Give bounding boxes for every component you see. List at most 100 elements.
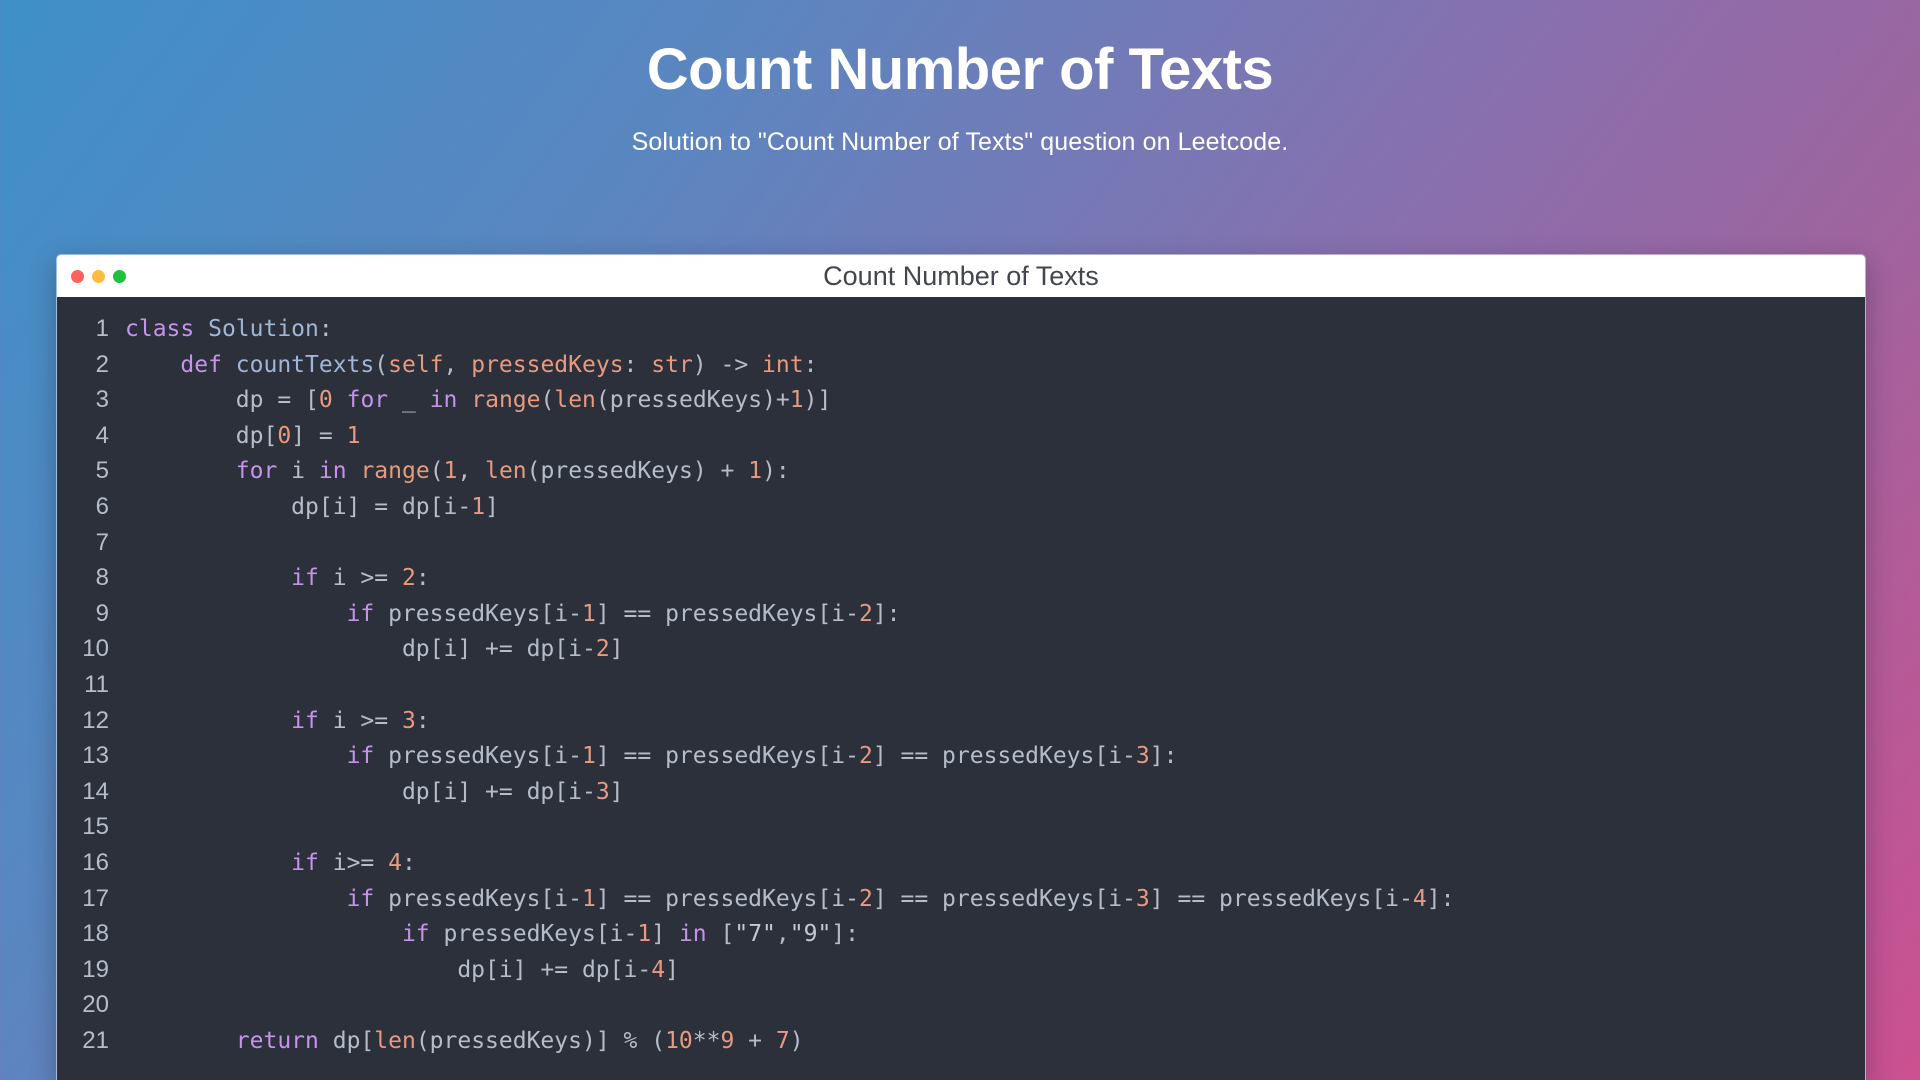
code-line: 11: [57, 667, 1865, 703]
code-token-bi: len: [554, 387, 596, 414]
code-token-num: 3: [401, 707, 416, 734]
code-line: 18 if pressedKeys[i-1] in ["7","9"]:: [57, 916, 1865, 952]
code-token-num: 10: [665, 1027, 693, 1054]
code-line-text: if pressedKeys[i-1] == pressedKeys[i-2]:: [125, 597, 901, 633]
line-number: 20: [82, 991, 109, 1019]
code-token-bi: range: [471, 387, 541, 414]
code-token-num: 7: [775, 1027, 790, 1054]
code-token-pl: i>=: [318, 849, 389, 876]
page-title: Count Number of Texts: [646, 37, 1274, 102]
code-token-bi: range: [360, 458, 430, 485]
code-line-text: if pressedKeys[i-1] in ["7","9"]:: [125, 917, 859, 953]
code-line: 15: [57, 809, 1865, 845]
line-number: 2: [95, 350, 109, 378]
window-titlebar: Count Number of Texts: [57, 255, 1865, 297]
line-number: 14: [82, 777, 109, 805]
code-line-text: dp[0] = 1: [125, 419, 361, 455]
code-token-pl: )]: [803, 387, 832, 414]
code-token-pl: dp[i] += dp[i-: [125, 956, 652, 983]
code-line: 12 if i >= 3:: [57, 703, 1865, 739]
code-line: 1 class Solution:: [57, 311, 1865, 347]
code-token-num: 4: [1412, 885, 1427, 912]
code-line-text: if i>= 4:: [125, 846, 416, 882]
code-token-pl: pressedKeys[i-: [374, 743, 582, 770]
code-token-pl: ]: [651, 921, 679, 948]
code-line: 20: [57, 987, 1865, 1023]
code-token-pl: pressedKeys[i-: [374, 600, 582, 627]
page-header: Count Number of Texts Solution to "Count…: [0, 0, 1920, 157]
code-token-num: 3: [595, 778, 610, 805]
code-token-kw: if: [291, 565, 319, 592]
code-token-bi: len: [374, 1027, 416, 1054]
code-token-bi: int: [762, 351, 804, 378]
code-token-pl: ,: [443, 351, 472, 378]
code-token-pl: :: [415, 565, 430, 592]
code-token-par: pressedKeys: [471, 351, 624, 378]
code-line: 4 dp[0] = 1: [57, 418, 1865, 454]
zoom-window-icon[interactable]: [113, 269, 126, 283]
code-token-kw: in: [678, 921, 707, 948]
code-token-pl: ,: [457, 458, 486, 485]
code-line: 8 if i >= 2:: [57, 560, 1865, 596]
code-line: 19 dp[i] += dp[i-4]: [57, 952, 1865, 988]
code-token-pl: :: [415, 707, 430, 734]
line-number: 7: [95, 528, 109, 556]
code-line: 14 dp[i] += dp[i-3]: [57, 774, 1865, 810]
code-token-num: 1: [346, 422, 361, 449]
code-token-num: 2: [858, 743, 873, 770]
code-line-text: dp[i] += dp[i-3]: [125, 775, 624, 811]
code-line-text: if pressedKeys[i-1] == pressedKeys[i-2] …: [125, 739, 1178, 775]
code-line-text: if i >= 2:: [125, 561, 430, 597]
line-number: 11: [84, 670, 109, 698]
code-token-kw: class: [125, 316, 209, 342]
line-number: 21: [82, 1026, 109, 1054]
code-line-text: dp[i] += dp[i-2]: [125, 632, 624, 668]
code-token-num: 1: [789, 387, 804, 414]
code-token-pl: pressedKeys[i-: [374, 885, 582, 912]
code-token-pl: ]:: [1149, 743, 1178, 770]
code-line-text: def countTexts(self, pressedKeys: str) -…: [125, 348, 817, 384]
line-number: 19: [82, 955, 109, 983]
code-token-str: "7": [734, 921, 776, 948]
line-number: 13: [82, 742, 109, 770]
line-number: 12: [82, 706, 109, 734]
code-token-pl: ]:: [1426, 885, 1455, 912]
code-line: 13 if pressedKeys[i-1] == pressedKeys[i-…: [57, 738, 1865, 774]
code-token-num: 4: [388, 849, 402, 876]
code-token-kw: for: [346, 387, 389, 414]
code-token-kw: for: [235, 458, 278, 485]
code-token-pl: +: [734, 1027, 776, 1054]
line-number: 17: [82, 884, 109, 912]
code-token-num: 2: [595, 636, 610, 663]
code-line: 7: [57, 525, 1865, 561]
code-token-pl: i >=: [318, 565, 402, 592]
code-token-kw: return: [235, 1027, 319, 1054]
minimize-window-icon[interactable]: [92, 269, 105, 283]
code-line-text: for i in range(1, len(pressedKeys) + 1):: [125, 454, 790, 490]
code-token-pl: ) ->: [692, 351, 763, 378]
code-token-pl: i >=: [318, 707, 402, 734]
code-token-pl: _: [388, 387, 430, 414]
code-token-num: 4: [651, 956, 666, 983]
code-token-pl: (pressedKeys)] % (: [415, 1027, 666, 1054]
line-number: 10: [82, 635, 109, 663]
line-number: 15: [82, 813, 109, 841]
code-token-kw: if: [291, 707, 319, 734]
code-token-kw: if: [401, 921, 430, 948]
code-token-pl: dp[i] += dp[i-: [125, 636, 596, 663]
code-token-pl: ] == pressedKeys[i-: [595, 743, 859, 770]
code-token-num: 0: [277, 422, 292, 449]
code-line-text: if i >= 3:: [125, 704, 430, 740]
code-token-kw: def: [180, 351, 236, 378]
code-token-pl: :: [803, 351, 818, 378]
code-editor[interactable]: 1 class Solution: 2 def countTexts(self, p…: [57, 297, 1865, 1080]
close-window-icon[interactable]: [71, 269, 84, 283]
code-token-pl: ]:: [831, 921, 859, 948]
code-token-num: 1: [471, 493, 486, 520]
